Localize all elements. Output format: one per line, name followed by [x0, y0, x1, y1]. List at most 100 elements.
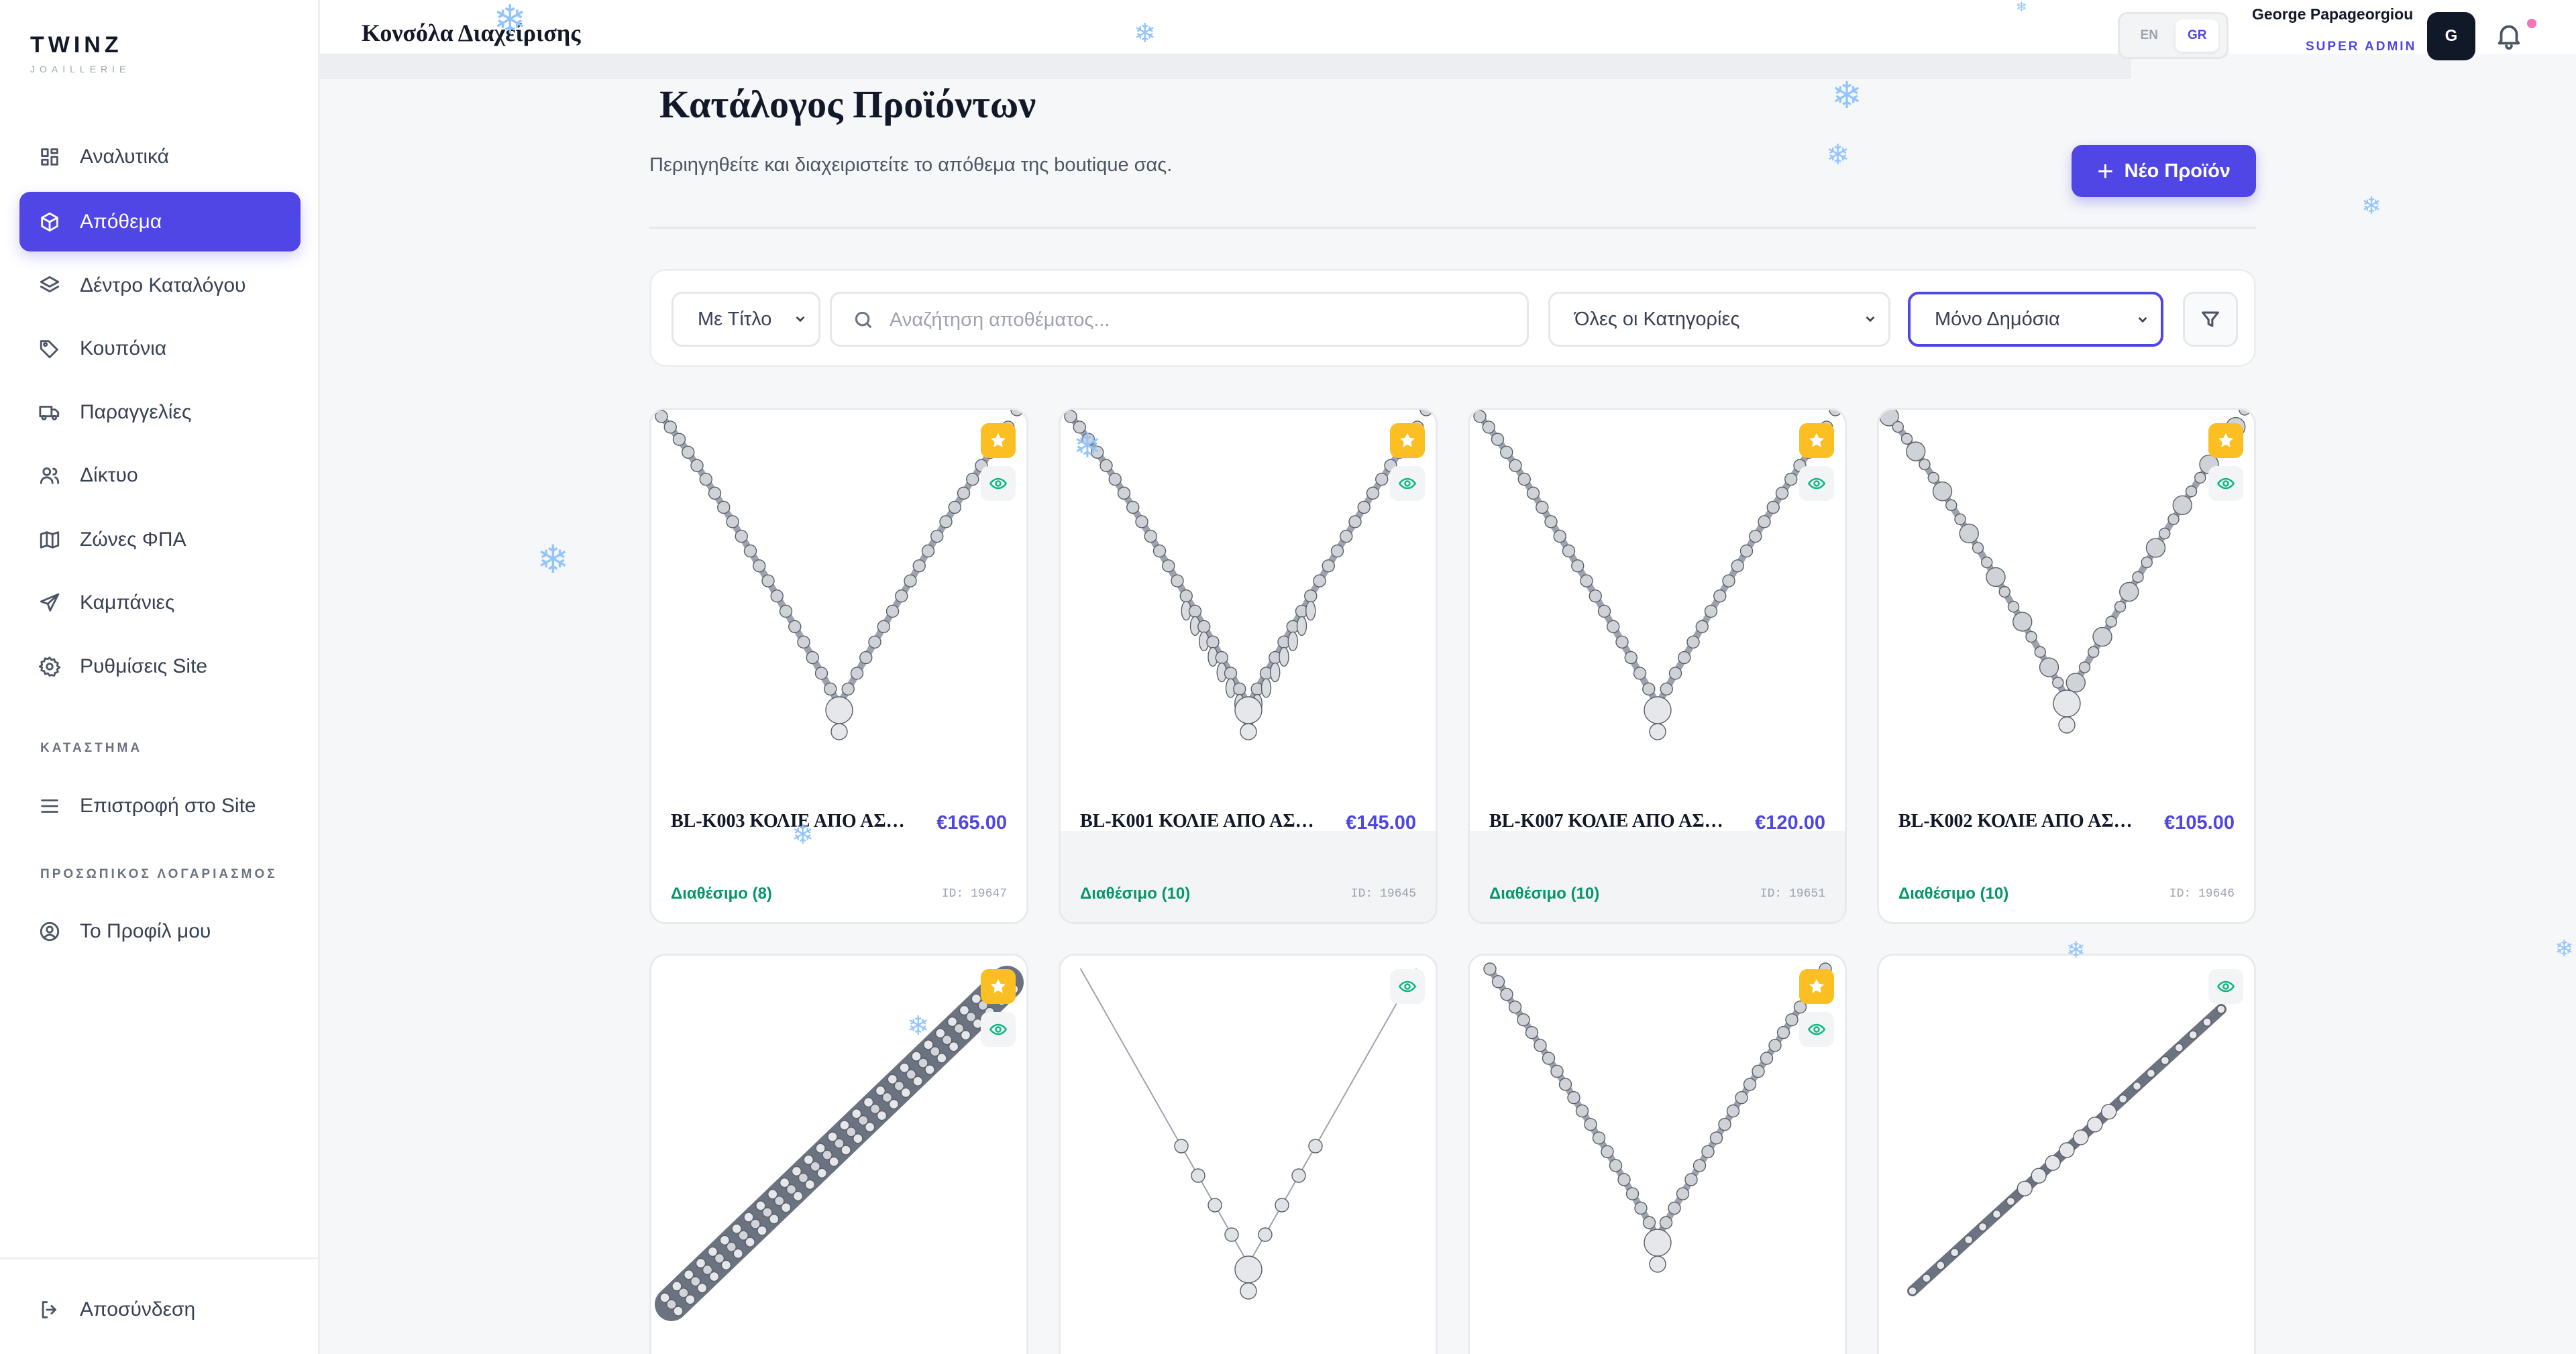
top-header: Κονσόλα Διαχείρισης EN GR George Papageo… [320, 0, 2576, 79]
sidebar-item-3[interactable]: Δέντρο Καταλόγου [19, 256, 301, 315]
product-card[interactable]: Διαθέσιμο (8) ID: 19647 BL-K003 ΚΟΛΙΕ ΑΠΟ … [649, 408, 1028, 924]
product-card[interactable] [1877, 954, 2256, 1354]
sidebar-item-profile[interactable]: Το Προφίλ μου [19, 901, 301, 961]
snowflake-icon: ❄ [907, 1011, 930, 1041]
sidebar-item-back-to-site[interactable]: Επιστροφή στο Site [19, 776, 301, 836]
divider [649, 227, 2256, 229]
sidebar-item-label: Παραγγελίες [80, 400, 192, 423]
product-image[interactable] [1061, 410, 1436, 785]
truck-icon [38, 401, 61, 424]
sidebar-item-5[interactable]: Παραγγελίες [19, 382, 301, 442]
featured-star-icon[interactable] [981, 423, 1016, 458]
search-box [830, 292, 1529, 347]
sidebar-item-4[interactable]: Κουπόνια [19, 319, 301, 378]
avatar[interactable]: G [2427, 12, 2475, 60]
product-price: €105.00 [2164, 812, 2235, 834]
snowflake-icon: ❄ [2361, 192, 2382, 220]
featured-star-icon[interactable] [1390, 423, 1425, 458]
product-image[interactable] [651, 410, 1026, 785]
tag-icon [38, 337, 61, 360]
product-card[interactable] [649, 954, 1028, 1354]
product-card[interactable]: Διαθέσιμο (10) ID: 19645 BL-K001 ΚΟΛΙΕ ΑΠΟ… [1059, 408, 1438, 924]
visibility-select-value: Μόνο Δημόσια [1935, 308, 2060, 330]
sidebar-item-7[interactable]: Ζώνες ΦΠΑ [19, 510, 301, 569]
visibility-eye-icon[interactable] [1799, 466, 1834, 501]
snowflake-icon: ❄ [1826, 138, 1850, 171]
notifications-bell-icon[interactable] [2493, 20, 2524, 51]
snowflake-icon: ❄ [1134, 18, 1157, 49]
logout-button[interactable]: Αποσύνδεση [19, 1280, 301, 1339]
product-price: €120.00 [1755, 812, 1825, 834]
product-id: ID: 19646 [2169, 887, 2235, 901]
sort-select-value: Με Τίτλο [698, 308, 772, 330]
visibility-eye-icon[interactable] [1390, 969, 1425, 1004]
box-icon [38, 211, 61, 233]
visibility-eye-icon[interactable] [2208, 969, 2243, 1004]
featured-star-icon[interactable] [981, 969, 1016, 1004]
snowflake-icon: ❄ [2555, 936, 2574, 962]
featured-star-icon[interactable] [1799, 423, 1834, 458]
product-image[interactable] [1061, 956, 1436, 1331]
page-title: Κατάλογος Προϊόντων [659, 82, 1036, 126]
send-icon [38, 591, 61, 614]
user-role: SUPER ADMIN [2306, 40, 2417, 54]
snowflake-icon: ❄ [1073, 427, 1102, 465]
lang-gr-button[interactable]: GR [2176, 19, 2219, 52]
visibility-select[interactable]: Μόνο Δημόσια [1908, 292, 2163, 347]
sidebar: TWINZ JOAILLERIE Αναλυτικά Απόθεμα Δέντρο … [0, 0, 320, 1354]
product-title[interactable]: BL-K002 ΚΟΛΙΕ ΑΠΟ ΑΣΗΜΙ [1898, 811, 2140, 832]
users-icon [38, 464, 61, 487]
product-image[interactable] [1879, 410, 2254, 785]
sidebar-item-label: Ρυθμίσεις Site [80, 655, 208, 677]
category-select[interactable]: Όλες οι Κατηγορίες [1548, 292, 1890, 347]
settings-icon [38, 655, 61, 678]
sidebar-item-2[interactable]: Απόθεμα [19, 192, 301, 251]
sidebar-item-8[interactable]: Καμπάνιες [19, 573, 301, 632]
featured-star-icon[interactable] [1799, 969, 1834, 1004]
product-card-footer: Διαθέσιμο (10) ID: 19645 [1061, 831, 1436, 922]
visibility-eye-icon[interactable] [2208, 466, 2243, 501]
sidebar-item-label: Το Προφίλ μου [80, 919, 211, 942]
account-section-label: ΠΡΟΣΩΠΙΚΟΣ ΛΟΓΑΡΙΑΣΜΟΣ [40, 867, 278, 881]
sidebar-item-6[interactable]: Δίκτυο [19, 445, 301, 505]
sidebar-item-label: Καμπάνιες [80, 591, 175, 614]
product-card[interactable] [1468, 954, 1847, 1354]
product-id: ID: 19647 [941, 887, 1007, 901]
sort-select[interactable]: Με Τίτλο [672, 292, 820, 347]
map-icon [38, 528, 61, 551]
logout-label: Αποσύνδεση [80, 1298, 196, 1320]
product-image[interactable] [651, 956, 1026, 1331]
product-title[interactable]: BL-K001 ΚΟΛΙΕ ΑΠΟ ΑΣΗΜΙ [1080, 811, 1322, 832]
visibility-eye-icon[interactable] [1799, 1012, 1834, 1047]
product-card[interactable]: Διαθέσιμο (10) ID: 19651 BL-K007 ΚΟΛΙΕ ΑΠΟ… [1468, 408, 1847, 924]
sidebar-item-9[interactable]: Ρυθμίσεις Site [19, 636, 301, 696]
brand-logo[interactable]: TWINZ JOAILLERIE [30, 32, 130, 74]
product-card[interactable]: Διαθέσιμο (10) ID: 19646 BL-K002 ΚΟΛΙΕ ΑΠΟ… [1877, 408, 2256, 924]
product-card-footer: Διαθέσιμο (10) ID: 19651 [1470, 831, 1845, 922]
console-title: Κονσόλα Διαχείρισης [362, 19, 581, 46]
filter-button[interactable] [2183, 292, 2238, 347]
new-product-button[interactable]: + Νέο Προϊόν [2072, 145, 2256, 197]
visibility-eye-icon[interactable] [981, 466, 1016, 501]
product-card[interactable] [1059, 954, 1438, 1354]
stock-status: Διαθέσιμο (10) [1489, 885, 1600, 903]
product-image[interactable] [1470, 410, 1845, 785]
stock-status: Διαθέσιμο (10) [1080, 885, 1191, 903]
visibility-eye-icon[interactable] [981, 1012, 1016, 1047]
snowflake-icon: ❄ [2016, 0, 2027, 15]
search-input[interactable] [890, 303, 1507, 337]
product-title[interactable]: BL-K007 ΚΟΛΙΕ ΑΠΟ ΑΣΗΜΙ [1489, 811, 1731, 832]
product-id: ID: 19645 [1350, 887, 1416, 901]
featured-star-icon[interactable] [2208, 423, 2243, 458]
sidebar-item-label: Δίκτυο [80, 463, 138, 486]
dashboard-icon [38, 146, 61, 168]
stock-status: Διαθέσιμο (10) [1898, 885, 2009, 903]
sidebar-item-label: Δέντρο Καταλόγου [80, 274, 246, 296]
sidebar-item-1[interactable]: Αναλυτικά [19, 127, 301, 186]
lang-en-button[interactable]: EN [2128, 19, 2171, 52]
visibility-eye-icon[interactable] [1390, 466, 1425, 501]
product-image[interactable] [1470, 956, 1845, 1331]
product-image[interactable] [1879, 956, 2254, 1331]
snowflake-icon: ❄ [493, 0, 527, 44]
plus-icon: + [2097, 155, 2114, 186]
